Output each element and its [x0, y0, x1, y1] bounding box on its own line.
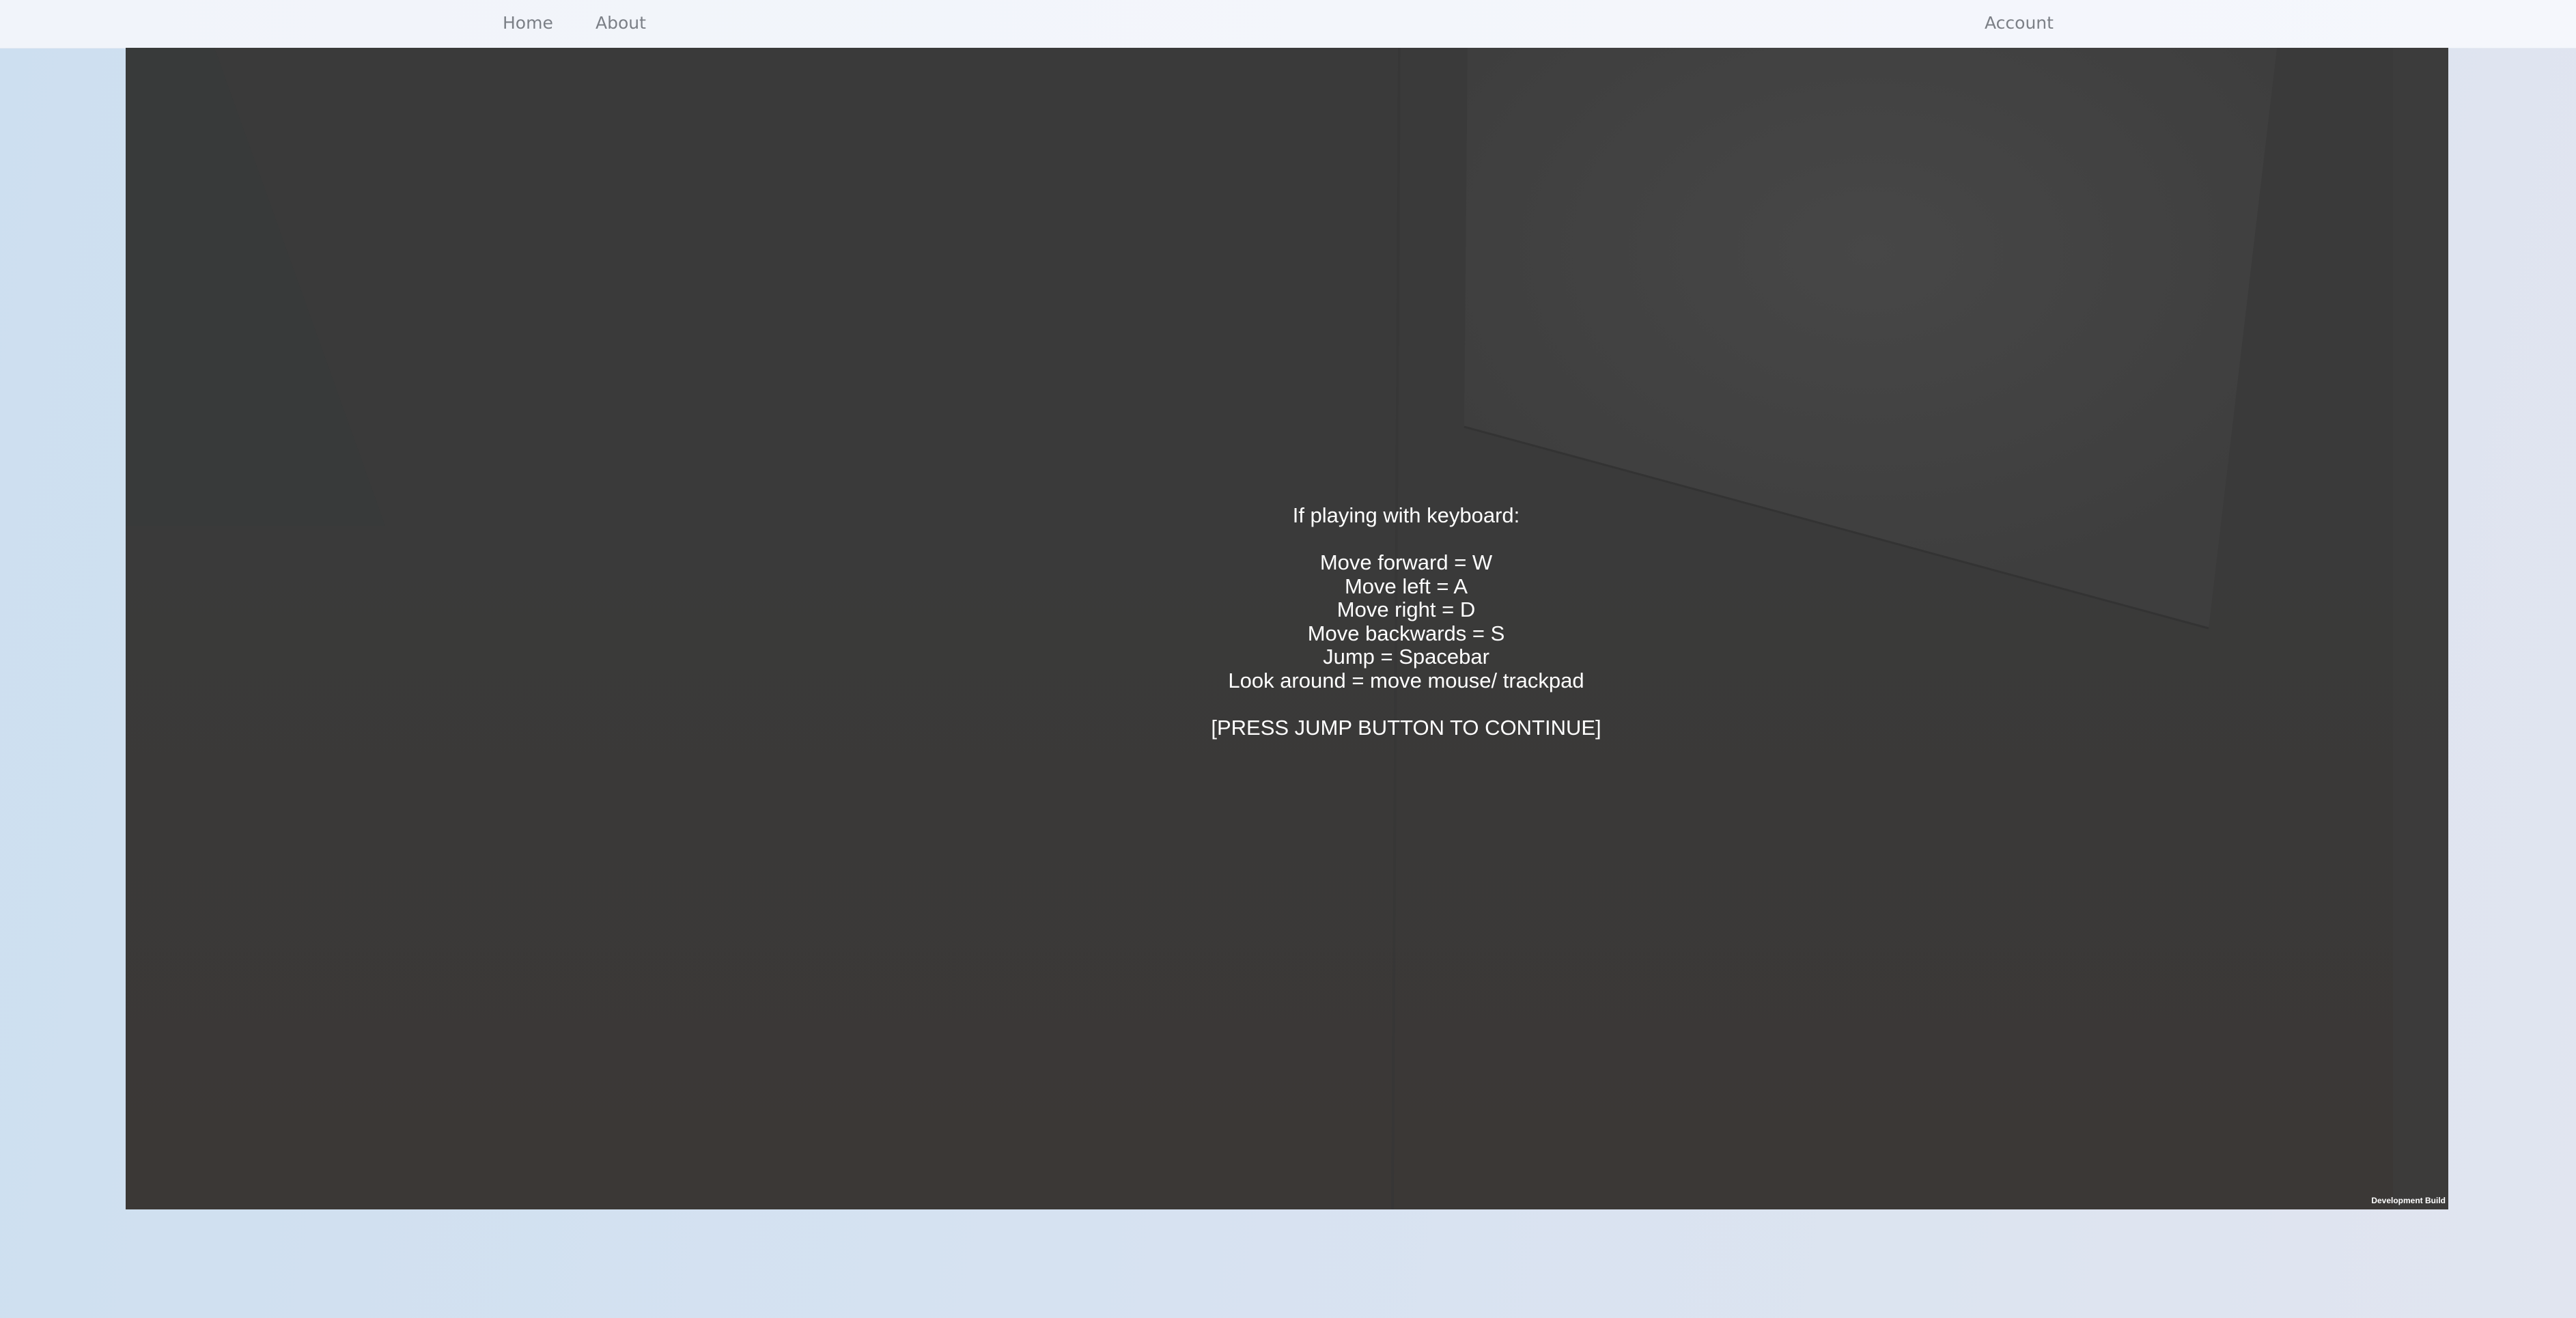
game-canvas[interactable]: If playing with keyboard: Move forward =…	[126, 48, 2448, 1209]
top-navbar: Home About Account	[0, 0, 2576, 48]
control-move-backwards: Move backwards = S	[1307, 621, 1505, 645]
control-look-around: Look around = move mouse/ trackpad	[1228, 668, 1584, 692]
development-build-label: Development Build	[2371, 1196, 2446, 1205]
control-move-forward: Move forward = W	[1319, 550, 1493, 574]
control-jump: Jump = Spacebar	[1323, 645, 1489, 669]
scene-back-wall	[214, 48, 1464, 526]
instructions-intro: If playing with keyboard:	[1292, 503, 1520, 527]
instructions-overlay: If playing with keyboard: Move forward =…	[996, 503, 1816, 740]
nav-account-link[interactable]: Account	[1985, 0, 2054, 48]
nav-about-link[interactable]: About	[596, 0, 646, 48]
nav-home-link[interactable]: Home	[503, 0, 553, 48]
continue-prompt: [PRESS JUMP BUTTON TO CONTINUE]	[1211, 715, 1601, 740]
control-move-left: Move left = A	[1344, 574, 1468, 598]
control-move-right: Move right = D	[1336, 598, 1476, 621]
